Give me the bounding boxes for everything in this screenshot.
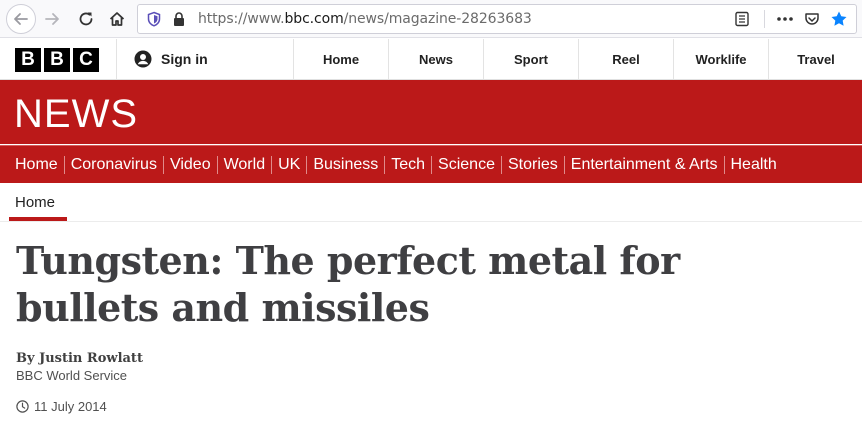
global-nav-reel[interactable]: Reel <box>578 39 673 79</box>
section-nav-business[interactable]: Business <box>307 155 386 174</box>
arrow-right-icon <box>45 13 59 25</box>
global-nav-worklife[interactable]: Worklife <box>673 39 768 79</box>
section-nav-video[interactable]: Video <box>164 155 218 174</box>
shield-icon[interactable] <box>146 11 162 27</box>
url-text[interactable]: https://www.bbc.com/news/magazine-282636… <box>198 11 532 27</box>
address-bar[interactable]: https://www.bbc.com/news/magazine-282636… <box>137 4 857 34</box>
section-nav-tech[interactable]: Tech <box>385 155 433 174</box>
back-button[interactable] <box>6 4 36 34</box>
section-nav: Home Coronavirus Video World UK Business… <box>0 145 862 183</box>
address-bar-divider <box>764 10 765 28</box>
reload-icon <box>79 12 93 26</box>
byline-author: By Justin Rowlatt <box>16 351 143 366</box>
clock-icon <box>16 400 29 413</box>
browser-toolbar: https://www.bbc.com/news/magazine-282636… <box>0 0 862 38</box>
news-banner: NEWS <box>0 80 862 144</box>
sign-in-link[interactable]: Sign in <box>134 39 208 79</box>
section-nav-coronavirus[interactable]: Coronavirus <box>65 155 164 174</box>
global-nav: Home News Sport Reel Worklife Travel <box>293 39 862 79</box>
global-nav-sport[interactable]: Sport <box>483 39 578 79</box>
bbc-logo-letter: C <box>73 48 99 72</box>
sub-nav: Home <box>0 183 862 222</box>
forward-button[interactable] <box>38 5 66 33</box>
url-domain: bbc.com <box>284 11 344 27</box>
pocket-icon[interactable] <box>804 11 820 27</box>
sub-nav-home[interactable]: Home <box>15 194 55 211</box>
bbc-logo[interactable]: B B C <box>15 48 99 72</box>
news-title[interactable]: NEWS <box>14 92 138 137</box>
article-date: 11 July 2014 <box>16 399 107 414</box>
bookmark-star-icon[interactable] <box>830 10 848 28</box>
headline-line-1: Tungsten: The perfect metal for <box>16 238 680 283</box>
more-actions-icon[interactable] <box>776 11 794 27</box>
section-nav-stories[interactable]: Stories <box>502 155 565 174</box>
user-icon <box>134 50 152 68</box>
sign-in-label: Sign in <box>161 51 208 67</box>
lock-icon[interactable] <box>172 11 186 27</box>
section-nav-health[interactable]: Health <box>725 156 783 174</box>
home-icon <box>109 12 125 26</box>
arrow-left-icon <box>14 13 28 25</box>
reader-view-icon[interactable] <box>734 11 750 27</box>
reload-button[interactable] <box>72 5 100 33</box>
url-path: /news/magazine-28263683 <box>343 11 532 27</box>
header-divider <box>116 39 117 79</box>
global-nav-travel[interactable]: Travel <box>768 39 862 79</box>
url-prefix: https://www. <box>198 11 285 27</box>
article-headline: Tungsten: The perfect metal for bullets a… <box>16 237 836 331</box>
section-nav-uk[interactable]: UK <box>272 155 308 174</box>
section-nav-home[interactable]: Home <box>9 155 65 174</box>
date-text: 11 July 2014 <box>34 399 107 414</box>
bbc-logo-letter: B <box>44 48 70 72</box>
active-tab-indicator <box>9 217 67 221</box>
headline-line-2: bullets and missiles <box>16 285 430 330</box>
section-nav-world[interactable]: World <box>218 155 273 174</box>
bbc-logo-letter: B <box>15 48 41 72</box>
section-nav-entertainment-arts[interactable]: Entertainment & Arts <box>565 155 725 174</box>
global-nav-news[interactable]: News <box>388 39 483 79</box>
bbc-global-header: B B C Sign in Home News Sport Reel Workl… <box>0 39 862 80</box>
section-nav-science[interactable]: Science <box>432 155 502 174</box>
home-button[interactable] <box>103 5 131 33</box>
byline-role: BBC World Service <box>16 368 128 383</box>
global-nav-home[interactable]: Home <box>293 39 388 79</box>
